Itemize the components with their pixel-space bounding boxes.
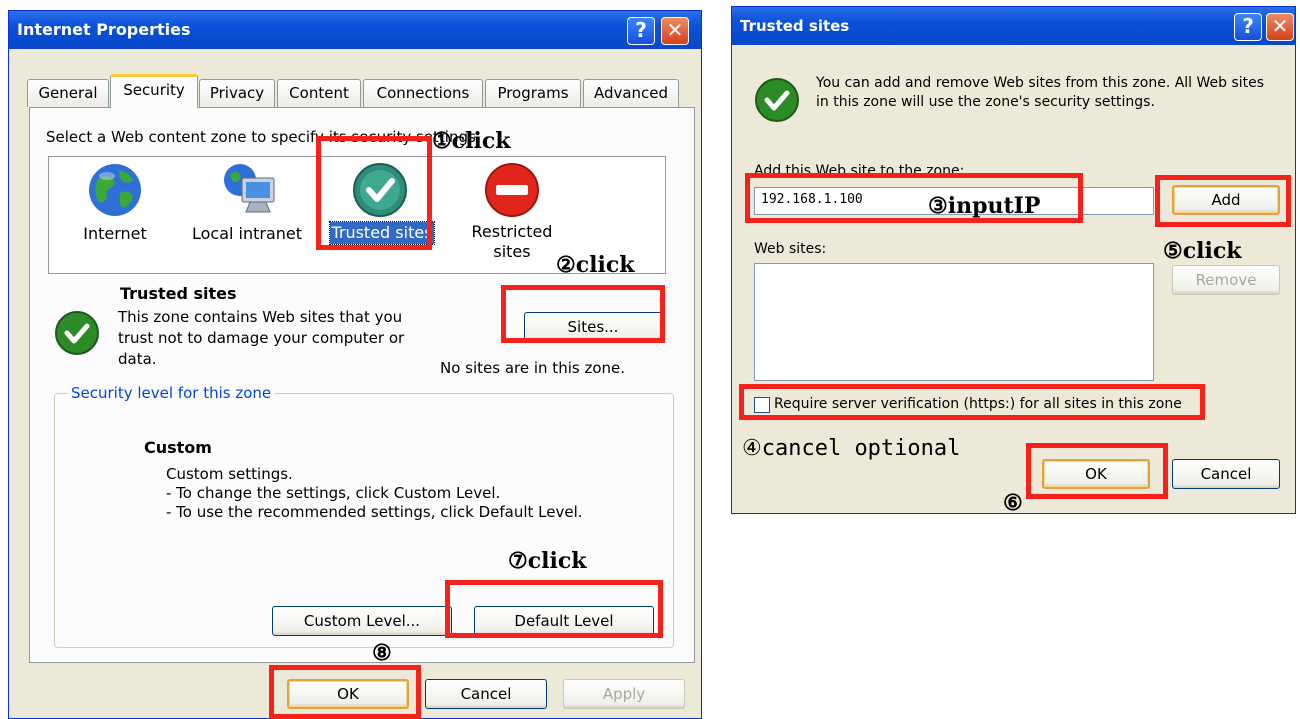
checkmark-icon: [755, 78, 799, 122]
tab-content[interactable]: Content: [277, 79, 361, 107]
help-icon[interactable]: ?: [627, 17, 655, 45]
security-level-group-title: Security level for this zone: [68, 384, 275, 402]
checkmark-icon: [55, 311, 99, 355]
level-line2: - To change the settings, click Custom L…: [166, 484, 501, 502]
zone-internet-label: Internet: [83, 224, 147, 243]
globe-icon: [89, 164, 141, 216]
close-icon[interactable]: ✕: [1266, 13, 1294, 41]
computer-globe-icon: [224, 164, 275, 213]
no-entry-icon: [485, 163, 539, 217]
ok-button[interactable]: OK: [1042, 459, 1150, 489]
https-checkbox[interactable]: [754, 397, 770, 413]
zone-prompt: Select a Web content zone to specify its…: [46, 128, 481, 146]
info-line1: You can add and remove Web sites from th…: [816, 75, 1265, 91]
zone-local-intranet-label: Local intranet: [191, 224, 303, 243]
zone-info-line2: trust not to damage your computer or: [118, 329, 405, 347]
level-name: Custom: [144, 438, 212, 457]
https-checkbox-label[interactable]: Require server verification (https:) for…: [774, 396, 1182, 412]
zone-restricted-sites-label-line1: Restricted: [471, 222, 553, 241]
remove-button[interactable]: Remove: [1172, 265, 1280, 295]
ok-button[interactable]: OK: [287, 679, 409, 709]
no-sites-text: No sites are in this zone.: [440, 359, 626, 377]
default-level-button[interactable]: Default Level: [474, 606, 654, 636]
tab-security[interactable]: Security: [110, 74, 198, 108]
internet-properties-window: Internet Properties ? ✕ General Security…: [8, 10, 702, 719]
tab-programs[interactable]: Programs: [485, 79, 581, 107]
tab-general[interactable]: General: [27, 79, 109, 107]
annotation-step-7: ⑦click: [508, 548, 587, 574]
apply-button[interactable]: Apply: [563, 679, 685, 709]
help-icon[interactable]: ?: [1234, 13, 1262, 41]
zone-info-line1: This zone contains Web sites that you: [118, 308, 403, 326]
level-line1: Custom settings.: [166, 465, 293, 483]
tab-privacy[interactable]: Privacy: [199, 79, 275, 107]
annotation-step-3: ③inputIP: [928, 193, 1041, 219]
annotation-step-4: ④cancel optional: [742, 436, 961, 461]
checkmark-icon: [353, 163, 407, 217]
annotation-step-1: ①click: [432, 128, 511, 154]
annotation-step-2: ②click: [556, 252, 635, 278]
annotation-step-5: ⑤click: [1163, 238, 1242, 264]
security-tab-panel: Select a Web content zone to specify its…: [29, 107, 695, 663]
close-icon[interactable]: ✕: [661, 17, 689, 45]
custom-level-button[interactable]: Custom Level...: [272, 606, 452, 636]
annotation-step-8: ⑧: [372, 640, 392, 666]
sites-button[interactable]: Sites...: [524, 312, 662, 342]
window-title: Internet Properties: [17, 20, 191, 39]
zone-internet[interactable]: Internet: [70, 160, 160, 260]
zone-restricted-sites-label-line2: sites: [493, 242, 531, 261]
zone-local-intranet[interactable]: Local intranet: [186, 160, 308, 260]
websites-label: Web sites:: [754, 241, 827, 257]
cancel-button[interactable]: Cancel: [425, 679, 547, 709]
zone-restricted-sites[interactable]: Restricted sites: [458, 160, 566, 270]
zone-trusted-sites[interactable]: Trusted sites: [324, 160, 436, 260]
zone-trusted-sites-label: Trusted sites: [329, 221, 435, 245]
window-title: Trusted sites: [740, 17, 850, 35]
level-line3: - To use the recommended settings, click…: [166, 503, 583, 521]
tab-connections[interactable]: Connections: [363, 79, 483, 107]
window-title-bar[interactable]: Trusted sites: [732, 7, 1295, 45]
zone-info-title: Trusted sites: [120, 284, 237, 303]
info-line2: in this zone will use the zone's securit…: [816, 94, 1155, 110]
add-site-label: Add this Web site to the zone:: [754, 163, 965, 179]
add-button[interactable]: Add: [1172, 185, 1280, 215]
annotation-step-6: ⑥: [1003, 490, 1023, 516]
window-title-bar[interactable]: Internet Properties: [9, 11, 701, 49]
websites-list[interactable]: [754, 263, 1154, 381]
tab-advanced[interactable]: Advanced: [583, 79, 679, 107]
zone-info-line3: data.: [118, 350, 157, 368]
cancel-button[interactable]: Cancel: [1172, 459, 1280, 489]
